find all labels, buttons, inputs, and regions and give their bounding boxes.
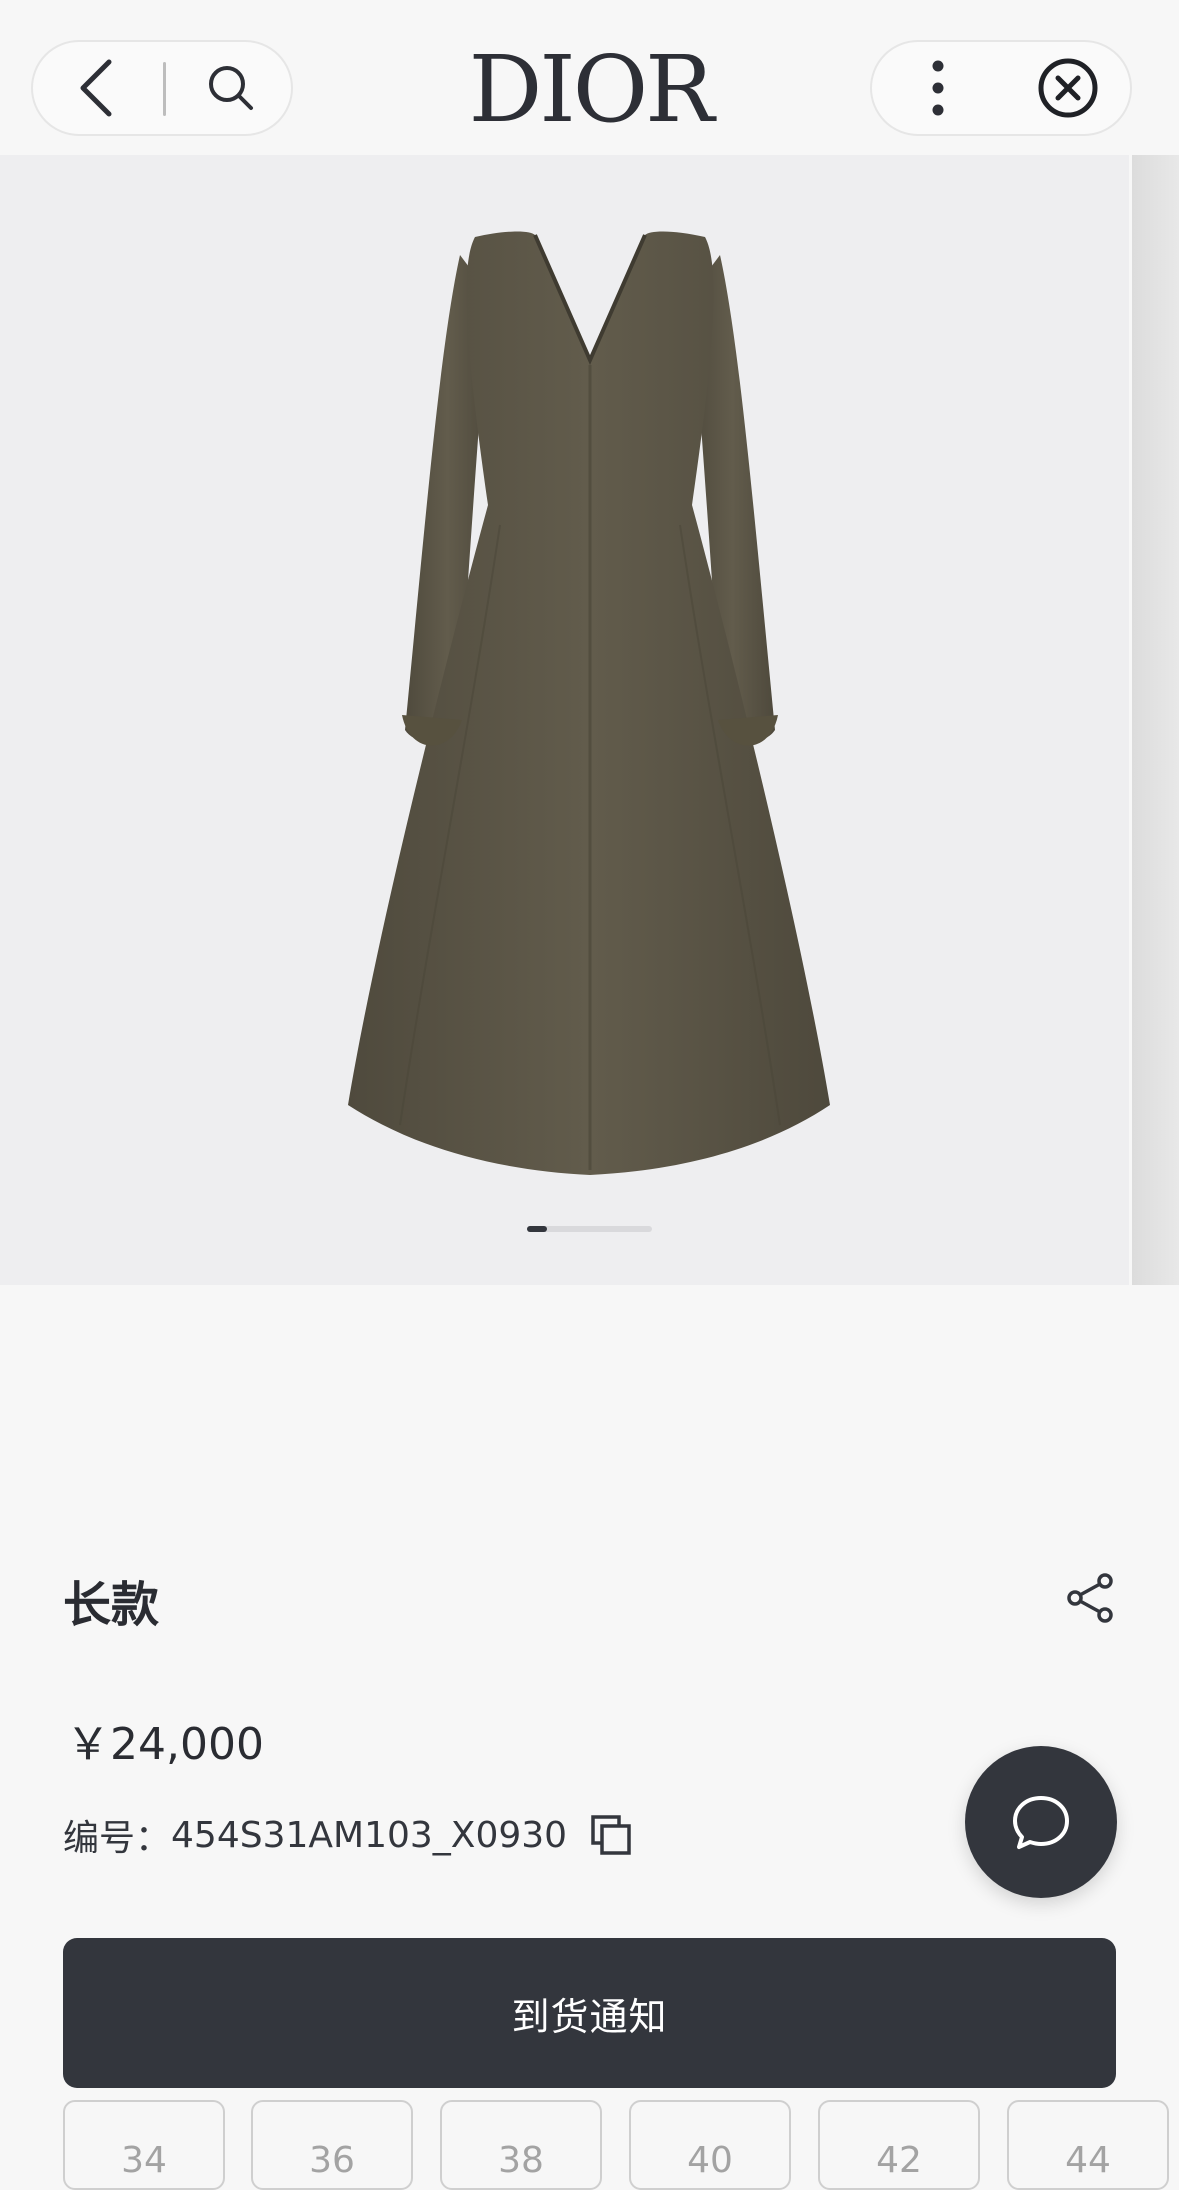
share-button[interactable]	[1065, 1572, 1117, 1624]
size-option[interactable]: 40	[629, 2100, 791, 2190]
search-button[interactable]	[185, 42, 277, 134]
image-page-indicator-active	[527, 1226, 547, 1232]
customer-service-chat-button[interactable]	[965, 1746, 1117, 1898]
notify-when-available-button[interactable]: 到货通知	[63, 1938, 1116, 2088]
product-dress-image	[348, 231, 830, 1175]
size-option[interactable]: 44	[1007, 2100, 1169, 2190]
brand-logo: DIOR	[468, 36, 715, 143]
back-button[interactable]	[51, 42, 143, 134]
size-option[interactable]: 34	[63, 2100, 225, 2190]
close-button[interactable]	[1022, 42, 1114, 134]
chevron-left-icon	[80, 59, 112, 117]
search-icon	[209, 66, 253, 110]
copy-icon[interactable]	[589, 1813, 633, 1857]
sku-value: 454S31AM103_X0930	[171, 1814, 568, 1856]
share-icon	[1067, 1573, 1113, 1623]
product-title: 长款	[63, 1577, 160, 1633]
nav-left-capsule	[31, 40, 293, 136]
size-option[interactable]: 42	[818, 2100, 980, 2190]
close-circle-icon	[1038, 58, 1098, 118]
product-image-gallery[interactable]	[0, 155, 1129, 1285]
sku-row: 编号： 454S31AM103_X0930	[63, 1810, 633, 1860]
size-option[interactable]: 38	[440, 2100, 602, 2190]
top-bar: DIOR	[0, 0, 1179, 155]
chat-bubble-icon	[1013, 1796, 1069, 1849]
more-button[interactable]	[892, 42, 984, 134]
image-page-indicator	[527, 1226, 652, 1232]
sku-label: 编号：	[63, 1818, 172, 1859]
nav-divider	[163, 62, 166, 116]
nav-right-capsule	[870, 40, 1132, 136]
next-image-peek[interactable]	[1132, 155, 1179, 1285]
size-option[interactable]: 36	[251, 2100, 413, 2190]
product-price: ￥24,000	[66, 1719, 264, 1770]
more-vertical-icon	[932, 60, 944, 116]
